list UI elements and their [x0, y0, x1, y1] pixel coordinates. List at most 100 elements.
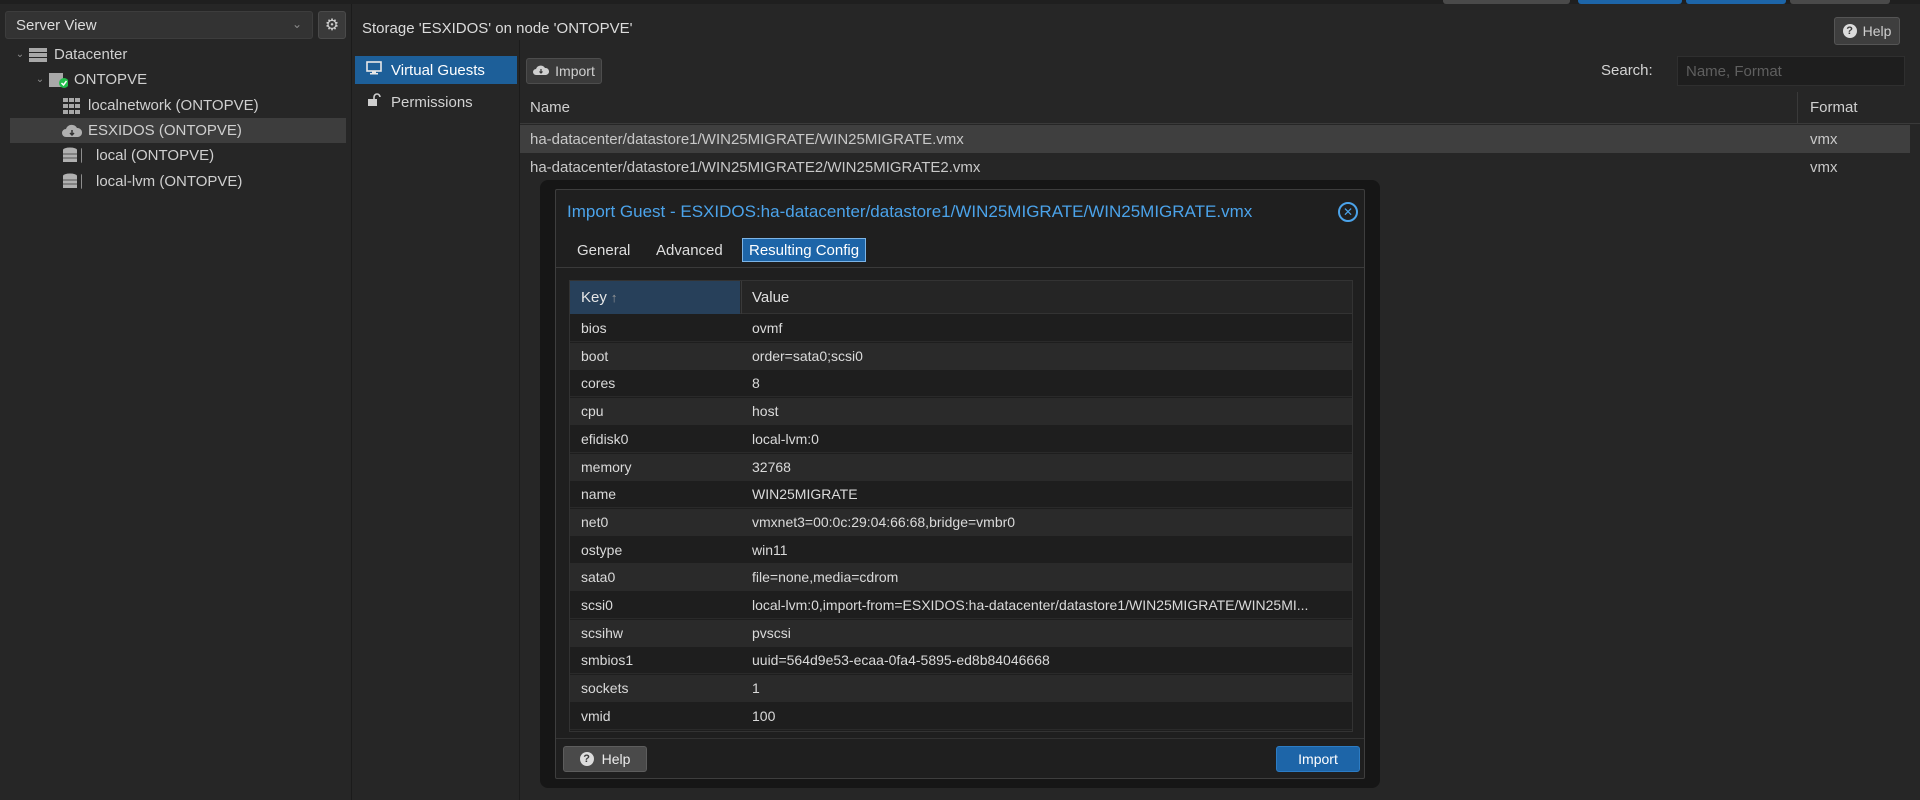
tree-item-node[interactable]: ⌄ ONTOPVE	[32, 67, 147, 92]
import-button[interactable]: Import	[526, 58, 602, 84]
import-guest-dialog: Import Guest - ESXIDOS:ha-datacenter/dat…	[555, 189, 1365, 779]
config-value: order=sata0;scsi0	[752, 347, 863, 364]
config-value: pvscsi	[752, 624, 791, 641]
config-key: name	[581, 486, 617, 503]
search-input[interactable]	[1677, 56, 1905, 86]
import-button[interactable]: Import	[1276, 746, 1360, 772]
resource-tree-panel: Server View ⌄ ⚙ ⌄ Datacenter ⌄ ONTOPVE l…	[0, 4, 352, 800]
table-row[interactable]: ha-datacenter/datastore1/WIN25MIGRATE/WI…	[520, 125, 1910, 153]
table-row[interactable]: name WIN25MIGRATE	[570, 481, 1352, 509]
tree-item-label: Datacenter	[54, 46, 128, 63]
help-button-label: Help	[601, 751, 631, 767]
page-title: Storage 'ESXIDOS' on node 'ONTOPVE'	[362, 20, 633, 37]
config-value: 8	[752, 375, 760, 392]
chevron-down-icon[interactable]: ⌄	[292, 17, 302, 31]
config-key: sockets	[581, 680, 629, 697]
header-button[interactable]	[1443, 0, 1570, 4]
config-value: uuid=564d9e53-ecaa-0fa4-5895-ed8b8404666…	[752, 652, 1050, 669]
config-key: cores	[581, 375, 616, 392]
table-row[interactable]: bios ovmf	[570, 315, 1352, 342]
table-row[interactable]: sata0 file=none,media=cdrom	[570, 564, 1352, 592]
table-row[interactable]: sockets 1	[570, 675, 1352, 703]
tab-resulting-config[interactable]: Resulting Config	[742, 238, 867, 262]
tree-item-local-lvm[interactable]: local-lvm (ONTOPVE)	[62, 169, 242, 194]
help-icon: ?	[1842, 24, 1857, 38]
config-value: local-lvm:0,import-from=ESXIDOS:ha-datac…	[752, 597, 1309, 613]
config-key: vmid	[581, 707, 611, 724]
tree-toggle-icon[interactable]: ⌄	[32, 74, 48, 85]
table-row[interactable]: smbios1 uuid=564d9e53-ecaa-0fa4-5895-ed8b…	[570, 647, 1352, 675]
header-button[interactable]	[1578, 0, 1682, 4]
config-value: 100	[752, 707, 776, 724]
config-value: 32768	[752, 458, 791, 475]
header-button[interactable]	[1686, 0, 1786, 4]
config-key: memory	[581, 458, 632, 475]
table-row[interactable]: memory 32768	[570, 453, 1352, 481]
config-table-header: Key ↑ Value	[570, 281, 1352, 314]
column-header-key[interactable]: Key ↑	[570, 281, 740, 314]
close-icon[interactable]: ✕	[1338, 202, 1358, 222]
storage-icon	[62, 147, 82, 165]
monitor-icon	[365, 61, 383, 79]
tree-item-datacenter[interactable]: ⌄ Datacenter	[12, 42, 128, 67]
config-table: Key ↑ Value bios ovmf boot order=sata0;scsi…	[569, 280, 1353, 732]
column-header-format[interactable]: Format	[1810, 99, 1858, 116]
row-name: ha-datacenter/datastore1/WIN25MIGRATE2/W…	[530, 159, 981, 176]
search-label: Search:	[1601, 62, 1653, 79]
nav-item-permissions[interactable]: Permissions	[355, 88, 517, 116]
tree-item-label: ESXIDOS (ONTOPVE)	[88, 122, 242, 139]
config-value: win11	[752, 541, 788, 558]
tree-item-label: local-lvm (ONTOPVE)	[96, 173, 243, 190]
nav-item-virtual-guests[interactable]: Virtual Guests	[355, 56, 517, 84]
table-row[interactable]: scsi0 local-lvm:0,import-from=ESXIDOS:ha-…	[570, 592, 1352, 619]
import-button-label: Import	[555, 63, 595, 79]
storage-icon	[62, 173, 82, 191]
config-key: bios	[581, 320, 607, 336]
tree-toggle-icon[interactable]: ⌄	[12, 49, 28, 60]
table-row[interactable]: cores 8	[570, 370, 1352, 398]
nav-item-label: Virtual Guests	[391, 61, 485, 79]
grid-header: Name Format	[520, 92, 1920, 124]
config-key: efidisk0	[581, 430, 629, 447]
tab-general[interactable]: General	[571, 238, 636, 262]
table-row[interactable]: efidisk0 local-lvm:0	[570, 426, 1352, 453]
config-value: file=none,media=cdrom	[752, 569, 899, 586]
config-value: host	[752, 403, 779, 420]
table-row[interactable]: net0 vmxnet3=00:0c:29:04:66:68,bridge=vmb…	[570, 508, 1352, 536]
table-row[interactable]: boot order=sata0;scsi0	[570, 342, 1352, 370]
config-key: cpu	[581, 403, 604, 420]
config-key: scsi0	[581, 597, 613, 613]
tree-item-local[interactable]: local (ONTOPVE)	[62, 143, 214, 168]
gear-icon[interactable]: ⚙	[318, 11, 346, 39]
help-button[interactable]: ? Help	[563, 746, 647, 772]
config-key: ostype	[581, 541, 623, 558]
header-button[interactable]	[1790, 0, 1890, 4]
sort-ascending-icon: ↑	[610, 290, 618, 305]
view-selector[interactable]: Server View ⌄	[5, 11, 313, 39]
table-row[interactable]: scsihw pvscsi	[570, 619, 1352, 647]
tree-item-esxidos[interactable]: ESXIDOS (ONTOPVE)	[10, 118, 346, 143]
column-divider[interactable]	[1797, 92, 1798, 124]
column-header-name[interactable]: Name	[530, 99, 570, 116]
config-key: net0	[581, 513, 609, 530]
config-key: smbios1	[581, 652, 634, 669]
row-format: vmx	[1810, 159, 1838, 176]
tab-advanced[interactable]: Advanced	[650, 238, 729, 262]
dialog-title: Import Guest - ESXIDOS:ha-datacenter/dat…	[567, 202, 1253, 221]
table-row[interactable]: ha-datacenter/datastore1/WIN25MIGRATE2/W…	[520, 153, 1910, 181]
footer-divider	[556, 738, 1364, 739]
table-row[interactable]: cpu host	[570, 398, 1352, 426]
help-icon: ?	[579, 752, 594, 766]
table-row[interactable]: ostype win11	[570, 537, 1352, 564]
config-value: 1	[752, 680, 760, 697]
table-row[interactable]: vmid 100	[570, 703, 1352, 730]
config-key: scsihw	[581, 624, 624, 641]
config-value: ovmf	[752, 320, 783, 336]
column-header-value[interactable]: Value	[741, 281, 789, 314]
node-online-icon	[48, 71, 68, 89]
tree-item-localnetwork[interactable]: localnetwork (ONTOPVE)	[62, 93, 259, 118]
config-key: sata0	[581, 569, 616, 586]
help-button[interactable]: ? Help	[1834, 17, 1900, 45]
config-value: local-lvm:0	[752, 430, 819, 447]
row-name: ha-datacenter/datastore1/WIN25MIGRATE/WI…	[530, 131, 964, 148]
